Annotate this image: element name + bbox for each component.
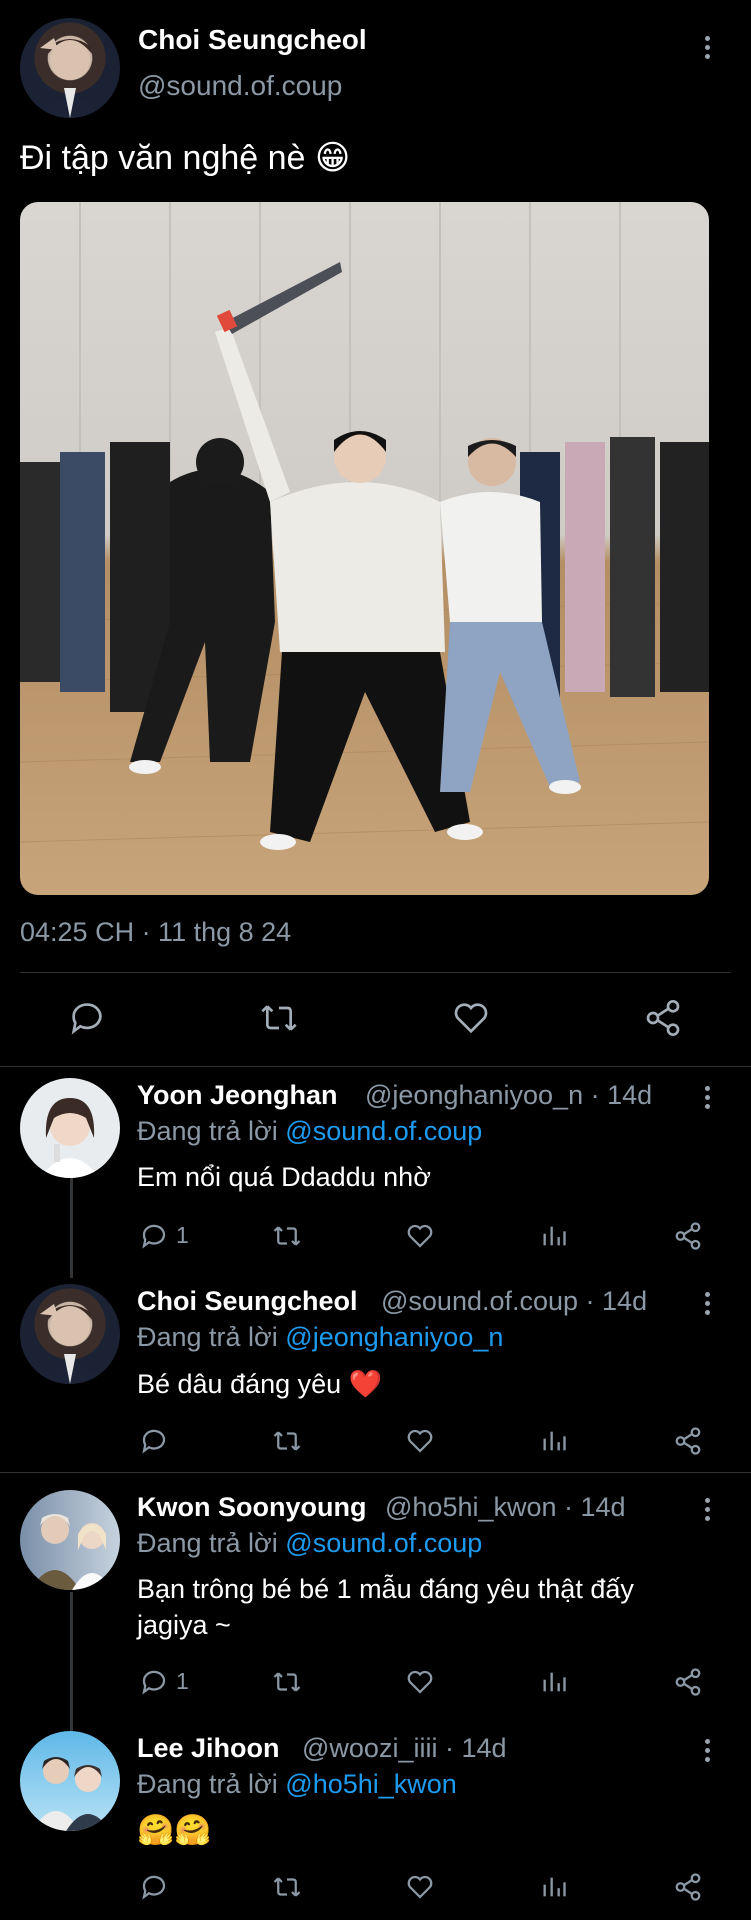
reply-text-line-1: Bạn trông bé bé 1 mẫu đáng yêu thật đấy — [137, 1574, 634, 1604]
analytics-icon[interactable] — [540, 1221, 568, 1251]
reply-avatar[interactable] — [20, 1284, 120, 1384]
thread-line — [70, 1592, 73, 1732]
dance-practice-photo — [20, 202, 709, 850]
retweet-icon[interactable] — [271, 1872, 303, 1902]
share-icon[interactable] — [673, 1667, 703, 1697]
like-heart-icon[interactable] — [405, 1221, 435, 1251]
reply-avatar[interactable] — [20, 1078, 120, 1178]
author-name[interactable]: Choi Seungcheol — [138, 24, 367, 56]
divider — [0, 1066, 751, 1067]
reply-icon[interactable] — [139, 1667, 169, 1697]
thread-line — [70, 1178, 73, 1278]
reply-text-line-2: jagiya ~ — [137, 1610, 231, 1640]
retweet-icon[interactable] — [271, 1667, 303, 1697]
analytics-icon[interactable] — [540, 1426, 568, 1456]
tweet-timestamp: 04:25 CH · 11 thg 8 24 — [20, 917, 292, 947]
reply-avatar[interactable] — [20, 1731, 120, 1831]
tweet-text-content: Đi tập văn nghệ nè — [20, 139, 306, 177]
replying-prefix: Đang trả lời — [137, 1528, 278, 1558]
divider — [0, 1472, 751, 1473]
like-heart-icon[interactable] — [405, 1667, 435, 1697]
like-heart-icon[interactable] — [451, 998, 491, 1038]
author-avatar[interactable] — [20, 18, 120, 118]
replying-to-handle[interactable]: @ho5hi_kwon — [285, 1769, 457, 1799]
reply-icon[interactable] — [139, 1872, 169, 1902]
reply-count: 1 — [176, 1668, 189, 1694]
more-options-icon[interactable] — [705, 1739, 711, 1766]
replying-to-handle[interactable]: @jeonghaniyoo_n — [285, 1322, 503, 1352]
avatar-figure-icon — [40, 1098, 100, 1178]
replying-prefix: Đang trả lời — [137, 1322, 278, 1352]
replying-to-line: Đang trả lời @sound.of.coup — [137, 1528, 482, 1559]
avatar-figure-icon — [34, 1304, 106, 1384]
reply-author-name[interactable]: Kwon Soonyoung — [137, 1492, 366, 1523]
reply-meta: @ho5hi_kwon · 14d — [385, 1492, 626, 1522]
reply-meta: @sound.of.coup · 14d — [381, 1286, 648, 1316]
more-options-icon[interactable] — [705, 1292, 711, 1319]
avatar-figure-icon — [30, 1514, 112, 1590]
reply-icon[interactable] — [139, 1221, 169, 1251]
share-icon[interactable] — [643, 998, 683, 1038]
reply-text: Bé dâu đáng yêu ❤️ — [137, 1368, 382, 1400]
retweet-icon[interactable] — [271, 1426, 303, 1456]
replying-prefix: Đang trả lời — [137, 1116, 278, 1146]
more-options-icon[interactable] — [705, 1498, 711, 1525]
more-options-icon[interactable] — [705, 1086, 711, 1113]
share-icon[interactable] — [673, 1872, 703, 1902]
red-heart-emoji-icon: ❤️ — [348, 1369, 383, 1399]
like-heart-icon[interactable] — [405, 1872, 435, 1902]
reply-count: 1 — [176, 1222, 189, 1248]
grinning-emoji-icon: 😁 — [314, 139, 351, 177]
analytics-icon[interactable] — [540, 1872, 568, 1902]
hugging-face-emoji-icon: 🤗🤗 — [137, 1814, 212, 1847]
more-options-icon[interactable] — [705, 36, 711, 63]
replying-to-handle[interactable]: @sound.of.coup — [285, 1116, 482, 1146]
tweet-text: Đi tập văn nghệ nè 😁 — [20, 138, 350, 178]
share-icon[interactable] — [673, 1221, 703, 1251]
author-handle[interactable]: @sound.of.coup — [138, 70, 342, 102]
avatar-figure-icon — [32, 1757, 110, 1831]
reply-meta: @jeonghaniyoo_n · 14d — [365, 1080, 653, 1110]
tweet-image[interactable] — [20, 202, 709, 895]
replying-to-handle[interactable]: @sound.of.coup — [285, 1528, 482, 1558]
retweet-icon[interactable] — [271, 1221, 303, 1251]
reply-text: Em nổi quá Ddaddu nhờ — [137, 1162, 431, 1192]
reply-author-name[interactable]: Lee Jihoon — [137, 1733, 280, 1764]
reply-icon[interactable] — [139, 1426, 169, 1456]
replying-prefix: Đang trả lời — [137, 1769, 278, 1799]
reply-avatar[interactable] — [20, 1490, 120, 1590]
retweet-icon[interactable] — [258, 998, 300, 1038]
share-icon[interactable] — [673, 1426, 703, 1456]
divider — [20, 972, 731, 973]
avatar-figure-icon — [34, 38, 106, 118]
reply-icon[interactable] — [67, 998, 107, 1038]
reply-author-name[interactable]: Choi Seungcheol — [137, 1286, 358, 1317]
reply-text-content: Bé dâu đáng yêu — [137, 1369, 342, 1399]
reply-meta: @woozi_iiii · 14d — [302, 1733, 507, 1763]
replying-to-line: Đang trả lời @ho5hi_kwon — [137, 1769, 457, 1800]
like-heart-icon[interactable] — [405, 1426, 435, 1456]
reply-author-name[interactable]: Yoon Jeonghan — [137, 1080, 338, 1111]
replying-to-line: Đang trả lời @sound.of.coup — [137, 1116, 482, 1147]
replying-to-line: Đang trả lời @jeonghaniyoo_n — [137, 1322, 503, 1353]
analytics-icon[interactable] — [540, 1667, 568, 1697]
